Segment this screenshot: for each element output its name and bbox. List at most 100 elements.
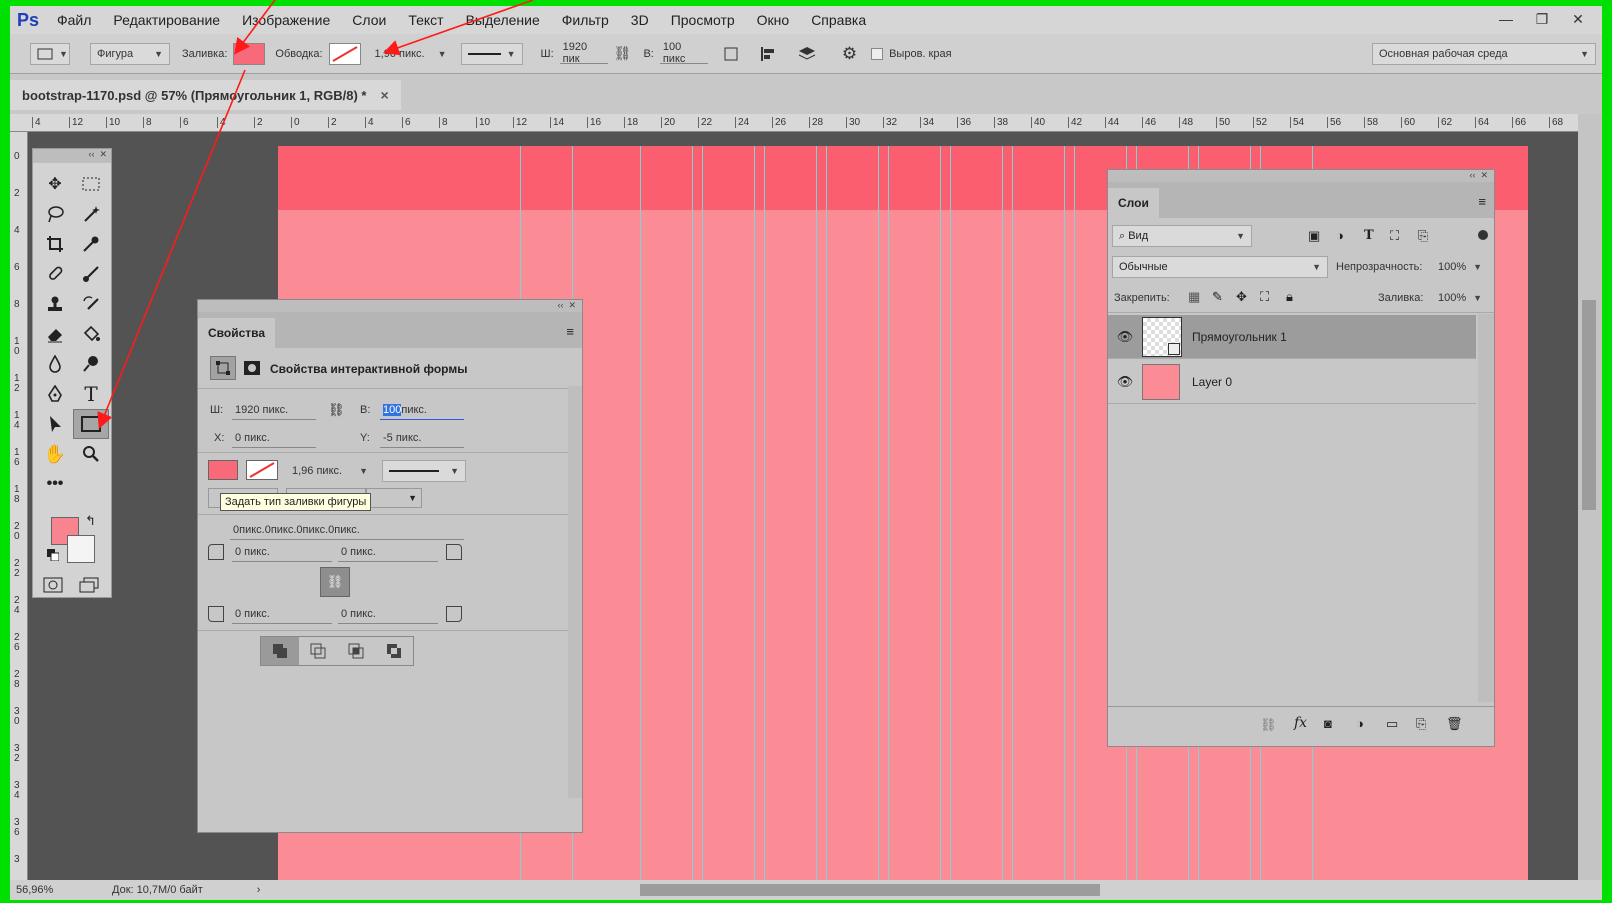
tool-preset-picker[interactable]: ▼ xyxy=(30,42,70,65)
intersect-shape-icon[interactable] xyxy=(337,637,375,665)
radius-bottom-left-field[interactable]: 0 пикс. xyxy=(232,604,332,624)
panel-menu-icon[interactable]: ≡ xyxy=(1478,194,1486,209)
paint-bucket-icon[interactable] xyxy=(73,319,109,349)
menu-file[interactable]: Файл xyxy=(46,12,102,28)
vertical-scrollbar[interactable] xyxy=(1578,114,1602,880)
crop-tool-icon[interactable] xyxy=(37,229,73,259)
more-tools-icon[interactable]: ••• xyxy=(37,469,73,499)
lasso-tool-icon[interactable] xyxy=(37,199,73,229)
prop-stroke-type-dropdown[interactable]: ▼ xyxy=(382,460,466,482)
brush-tool-icon[interactable] xyxy=(73,259,109,289)
properties-scrollbar[interactable] xyxy=(568,386,582,798)
stroke-join-dropdown[interactable]: ▼ xyxy=(366,488,422,508)
menu-type[interactable]: Текст xyxy=(397,12,454,28)
prop-x-field[interactable]: 0 пикс. xyxy=(232,428,316,448)
stroke-width-dropdown[interactable]: 1,96 пикс. ▼ xyxy=(369,43,453,65)
layer-name[interactable]: Прямоугольник 1 xyxy=(1192,330,1287,344)
folder-icon[interactable]: ▭ xyxy=(1386,716,1398,732)
prop-y-field[interactable]: -5 пикс. xyxy=(380,428,464,448)
trash-icon[interactable]: 🗑︎ xyxy=(1446,716,1463,732)
layer-row-layer-0[interactable]: 👁︎ Layer 0 xyxy=(1108,360,1476,404)
healing-brush-icon[interactable] xyxy=(37,259,73,289)
path-alignment-icon[interactable] xyxy=(760,46,776,62)
menu-layers[interactable]: Слои xyxy=(341,12,397,28)
lock-position-icon[interactable]: ✥ xyxy=(1236,289,1247,305)
menu-view[interactable]: Просмотр xyxy=(660,12,746,28)
lock-all-icon[interactable]: 🔒︎ xyxy=(1286,289,1293,305)
minimize-button[interactable]: — xyxy=(1490,8,1522,30)
horizontal-scrollbar-thumb[interactable] xyxy=(640,884,1100,896)
menu-select[interactable]: Выделение xyxy=(455,12,551,28)
link-radii-button[interactable]: ⛓ xyxy=(320,567,350,597)
magic-wand-icon[interactable] xyxy=(73,199,109,229)
link-icon[interactable]: ⛓ xyxy=(614,45,632,62)
filter-shape-icon[interactable]: ⛶ xyxy=(1390,228,1399,244)
menu-window[interactable]: Окно xyxy=(746,12,801,28)
restore-button[interactable]: ❐ xyxy=(1526,8,1558,30)
status-menu-arrow[interactable]: › xyxy=(257,884,261,896)
properties-tab[interactable]: Свойства xyxy=(198,318,276,348)
radius-bottom-right-field[interactable]: 0 пикс. xyxy=(338,604,438,624)
menu-image[interactable]: Изображение xyxy=(231,12,341,28)
prop-width-field[interactable]: 1920 пикс. xyxy=(232,400,316,420)
history-brush-icon[interactable] xyxy=(73,289,109,319)
rectangle-tool-icon[interactable] xyxy=(73,409,109,439)
height-field[interactable]: 100 пикс xyxy=(659,41,708,65)
gear-icon[interactable]: ⚙ xyxy=(842,44,857,64)
fx-icon[interactable]: fx xyxy=(1294,715,1307,731)
radius-top-left-field[interactable]: 0 пикс. xyxy=(232,542,332,562)
radius-top-right-field[interactable]: 0 пикс. xyxy=(338,542,438,562)
dodge-tool-icon[interactable] xyxy=(73,349,109,379)
path-selection-icon[interactable] xyxy=(37,409,73,439)
zoom-level[interactable]: 56,96% xyxy=(16,884,76,896)
path-arrangement-icon[interactable] xyxy=(798,46,816,62)
exclude-overlap-icon[interactable] xyxy=(375,637,413,665)
prop-height-field[interactable]: 100 пикс. xyxy=(380,400,464,420)
close-window-button[interactable]: ✕ xyxy=(1562,8,1594,30)
eraser-icon[interactable] xyxy=(37,319,73,349)
width-field[interactable]: 1920 пик xyxy=(559,41,608,65)
swap-colors-icon[interactable]: ↰ xyxy=(85,513,96,529)
prop-stroke-swatch[interactable] xyxy=(246,460,278,480)
hand-tool-icon[interactable]: ✋ xyxy=(37,439,73,469)
shape-mode-dropdown[interactable]: Фигура ▼ xyxy=(90,42,170,65)
fill-color-swatch[interactable] xyxy=(233,42,266,65)
layer-row-rectangle-1[interactable]: 👁︎ Прямоугольник 1 xyxy=(1108,315,1476,359)
prop-fill-swatch[interactable] xyxy=(208,460,238,480)
pen-tool-icon[interactable] xyxy=(37,379,73,409)
eye-icon[interactable]: 👁︎ xyxy=(1108,329,1142,345)
menu-3d[interactable]: 3D xyxy=(620,12,660,28)
type-tool-icon[interactable]: T xyxy=(73,379,109,409)
zoom-tool-icon[interactable] xyxy=(73,439,109,469)
scrollbar-thumb[interactable] xyxy=(1582,300,1596,510)
stroke-color-swatch[interactable] xyxy=(328,42,361,65)
document-tab[interactable]: bootstrap-1170.psd @ 57% (Прямоугольник … xyxy=(10,80,401,110)
adjustment-layer-icon[interactable]: ◑ xyxy=(1356,716,1364,731)
menu-filter[interactable]: Фильтр xyxy=(551,12,620,28)
panel-menu-icon[interactable]: ≡ xyxy=(566,324,574,339)
layer-filter-dropdown[interactable]: ⌕ Вид ▼ xyxy=(1112,225,1252,247)
stroke-type-dropdown[interactable]: ▼ xyxy=(460,42,523,65)
subtract-shape-icon[interactable] xyxy=(299,637,337,665)
stamp-tool-icon[interactable] xyxy=(37,289,73,319)
combine-shapes-icon[interactable] xyxy=(261,637,299,665)
quick-mask-icon[interactable] xyxy=(43,577,63,596)
default-colors-icon[interactable] xyxy=(47,549,60,562)
filter-adjustment-icon[interactable]: ◑ xyxy=(1336,228,1344,243)
background-color-swatch[interactable] xyxy=(67,535,95,563)
path-operations-icon[interactable] xyxy=(724,47,738,61)
filter-smart-object-icon[interactable]: ⎘ xyxy=(1418,228,1428,244)
filter-pixel-icon[interactable]: ▣ xyxy=(1308,228,1320,244)
menu-help[interactable]: Справка xyxy=(800,12,877,28)
filter-type-icon[interactable]: T xyxy=(1364,228,1374,243)
opacity-field[interactable]: 100% ▼ xyxy=(1432,256,1488,278)
prop-stroke-width-dropdown[interactable]: 1,96 пикс. ▼ xyxy=(286,460,374,482)
workspace-dropdown[interactable]: Основная рабочая среда ▼ xyxy=(1372,43,1596,65)
marquee-tool-icon[interactable] xyxy=(73,169,109,199)
lock-artboard-icon[interactable]: ⛶ xyxy=(1260,289,1269,305)
lock-transparent-icon[interactable]: ▦ xyxy=(1188,289,1200,305)
layer-fill-field[interactable]: 100% ▼ xyxy=(1432,287,1488,309)
close-tab-icon[interactable]: × xyxy=(380,87,388,103)
mask-properties-icon[interactable] xyxy=(240,356,264,380)
new-layer-icon[interactable]: ⎘ xyxy=(1416,716,1426,732)
